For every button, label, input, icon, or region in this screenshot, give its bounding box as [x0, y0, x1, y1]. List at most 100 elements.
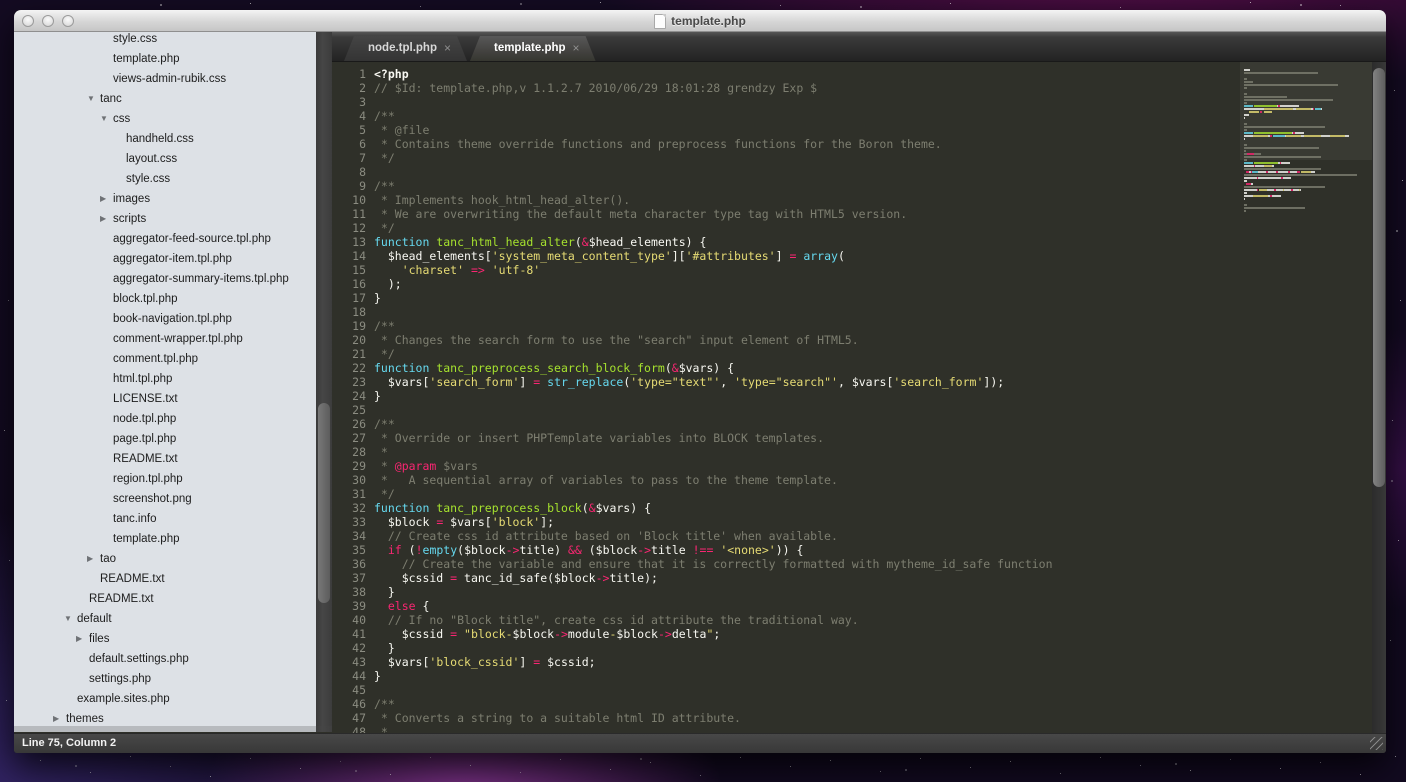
- tree-item-example.sites.php[interactable]: example.sites.php: [14, 689, 316, 709]
- tree-item-region.tpl.php[interactable]: region.tpl.php: [14, 469, 316, 489]
- line-number: 3: [332, 95, 366, 109]
- line-number: 37: [332, 571, 366, 585]
- disclosure-triangle-icon[interactable]: ▼: [87, 89, 95, 109]
- tree-item-aggregator-feed-source.tpl.php[interactable]: aggregator-feed-source.tpl.php: [14, 229, 316, 249]
- tree-item-layout.css[interactable]: layout.css: [14, 149, 316, 169]
- line-number: 32: [332, 501, 366, 515]
- tree-item-comment.tpl.php[interactable]: comment.tpl.php: [14, 349, 316, 369]
- line-number: 39: [332, 599, 366, 613]
- tree-item-book-navigation.tpl.php[interactable]: book-navigation.tpl.php: [14, 309, 316, 329]
- line-number: 16: [332, 277, 366, 291]
- sidebar-horizontal-scrollbar[interactable]: [14, 726, 332, 732]
- tree-item-screenshot.png[interactable]: screenshot.png: [14, 489, 316, 509]
- sidebar-scrollbar-thumb[interactable]: [318, 403, 330, 603]
- tree-item-README.txt[interactable]: README.txt: [14, 589, 316, 609]
- tree-item-css[interactable]: ▼css: [14, 109, 316, 129]
- tree-item-node.tpl.php[interactable]: node.tpl.php: [14, 409, 316, 429]
- tree-item-template.php[interactable]: template.php: [14, 529, 316, 549]
- line-number: 1: [332, 67, 366, 81]
- line-number: 18: [332, 305, 366, 319]
- tree-item-tao[interactable]: ▶tao: [14, 549, 316, 569]
- code-area[interactable]: 1<?php2// $Id: template.php,v 1.1.2.7 20…: [332, 67, 1053, 733]
- code-line: 24}: [332, 389, 1053, 403]
- editor-scrollbar[interactable]: [1372, 62, 1386, 733]
- line-number: 10: [332, 193, 366, 207]
- tree-item-README.txt[interactable]: README.txt: [14, 569, 316, 589]
- code-text: }: [374, 669, 381, 683]
- tree-item-aggregator-summary-items.tpl.php[interactable]: aggregator-summary-items.tpl.php: [14, 269, 316, 289]
- disclosure-triangle-icon[interactable]: ▶: [100, 209, 106, 229]
- disclosure-triangle-icon[interactable]: ▶: [87, 549, 93, 569]
- file-tree-sidebar[interactable]: style.csstemplate.phpviews-admin-rubik.c…: [14, 32, 316, 732]
- line-number: 42: [332, 641, 366, 655]
- tree-item-views-admin-rubik.css[interactable]: views-admin-rubik.css: [14, 69, 316, 89]
- tree-item-tanc[interactable]: ▼tanc: [14, 89, 316, 109]
- tree-item-label: LICENSE.txt: [113, 389, 178, 409]
- code-text: 'charset' => 'utf-8': [374, 263, 540, 277]
- disclosure-triangle-icon[interactable]: ▶: [100, 189, 106, 209]
- code-text: /**: [374, 417, 395, 431]
- tree-item-default.settings.php[interactable]: default.settings.php: [14, 649, 316, 669]
- disclosure-triangle-icon[interactable]: ▶: [76, 629, 82, 649]
- disclosure-triangle-icon[interactable]: ▼: [64, 609, 72, 629]
- code-line: 10 * Implements hook_html_head_alter().: [332, 193, 1053, 207]
- tree-item-label: book-navigation.tpl.php: [113, 309, 232, 329]
- code-line: 48 *: [332, 725, 1053, 733]
- tree-item-scripts[interactable]: ▶scripts: [14, 209, 316, 229]
- editor-scrollbar-thumb[interactable]: [1373, 68, 1385, 487]
- tree-item-block.tpl.php[interactable]: block.tpl.php: [14, 289, 316, 309]
- code-line: 14 $head_elements['system_meta_content_t…: [332, 249, 1053, 263]
- code-text: * @file: [374, 123, 429, 137]
- code-line: 43 $vars['block_cssid'] = $cssid;: [332, 655, 1053, 669]
- tree-item-tanc.info[interactable]: tanc.info: [14, 509, 316, 529]
- code-line: 26/**: [332, 417, 1053, 431]
- tree-item-handheld.css[interactable]: handheld.css: [14, 129, 316, 149]
- sidebar-scrollbar[interactable]: [316, 32, 332, 732]
- code-text: $head_elements['system_meta_content_type…: [374, 249, 845, 263]
- minimap[interactable]: [1240, 62, 1372, 733]
- cursor-position-status: Line 75, Column 2: [22, 734, 116, 753]
- tree-item-style.css[interactable]: style.css: [14, 32, 316, 49]
- tree-item-comment-wrapper.tpl.php[interactable]: comment-wrapper.tpl.php: [14, 329, 316, 349]
- line-number: 4: [332, 109, 366, 123]
- code-text: }: [374, 389, 381, 403]
- tree-item-style.css[interactable]: style.css: [14, 169, 316, 189]
- code-text: );: [374, 277, 402, 291]
- tab-close-icon[interactable]: ×: [444, 36, 451, 61]
- line-number: 6: [332, 137, 366, 151]
- tab-node.tpl.php[interactable]: node.tpl.php ×: [344, 36, 467, 61]
- disclosure-triangle-icon[interactable]: ▼: [100, 109, 108, 129]
- tree-item-default[interactable]: ▼default: [14, 609, 316, 629]
- tab-bar: node.tpl.php×template.php×: [332, 32, 1386, 62]
- tab-template.php[interactable]: template.php×: [470, 36, 596, 61]
- star-field-glow: [0, 0, 2, 2]
- tree-item-html.tpl.php[interactable]: html.tpl.php: [14, 369, 316, 389]
- tree-item-settings.php[interactable]: settings.php: [14, 669, 316, 689]
- line-number: 23: [332, 375, 366, 389]
- code-line: 9/**: [332, 179, 1053, 193]
- code-text: */: [374, 487, 395, 501]
- title-bar[interactable]: template.php: [14, 10, 1386, 32]
- tree-item-label: handheld.css: [126, 129, 194, 149]
- tab-close-icon[interactable]: ×: [573, 36, 580, 61]
- tree-item-label: page.tpl.php: [113, 429, 176, 449]
- tree-item-files[interactable]: ▶files: [14, 629, 316, 649]
- code-text: * @param $vars: [374, 459, 478, 473]
- line-number: 2: [332, 81, 366, 95]
- tree-item-page.tpl.php[interactable]: page.tpl.php: [14, 429, 316, 449]
- tab-label: node.tpl.php: [368, 42, 437, 54]
- resize-grip-icon[interactable]: [1370, 737, 1383, 750]
- tree-item-images[interactable]: ▶images: [14, 189, 316, 209]
- code-text: $vars['search_form'] = str_replace('type…: [374, 375, 1004, 389]
- code-line: 17}: [332, 291, 1053, 305]
- tree-item-LICENSE.txt[interactable]: LICENSE.txt: [14, 389, 316, 409]
- code-editor[interactable]: 1<?php2// $Id: template.php,v 1.1.2.7 20…: [332, 62, 1386, 733]
- code-line: 7 */: [332, 151, 1053, 165]
- tree-item-template.php[interactable]: template.php: [14, 49, 316, 69]
- tree-item-label: style.css: [126, 169, 170, 189]
- tree-item-aggregator-item.tpl.php[interactable]: aggregator-item.tpl.php: [14, 249, 316, 269]
- tree-item-README.txt[interactable]: README.txt: [14, 449, 316, 469]
- code-text: /**: [374, 109, 395, 123]
- code-text: $block = $vars['block'];: [374, 515, 554, 529]
- line-number: 45: [332, 683, 366, 697]
